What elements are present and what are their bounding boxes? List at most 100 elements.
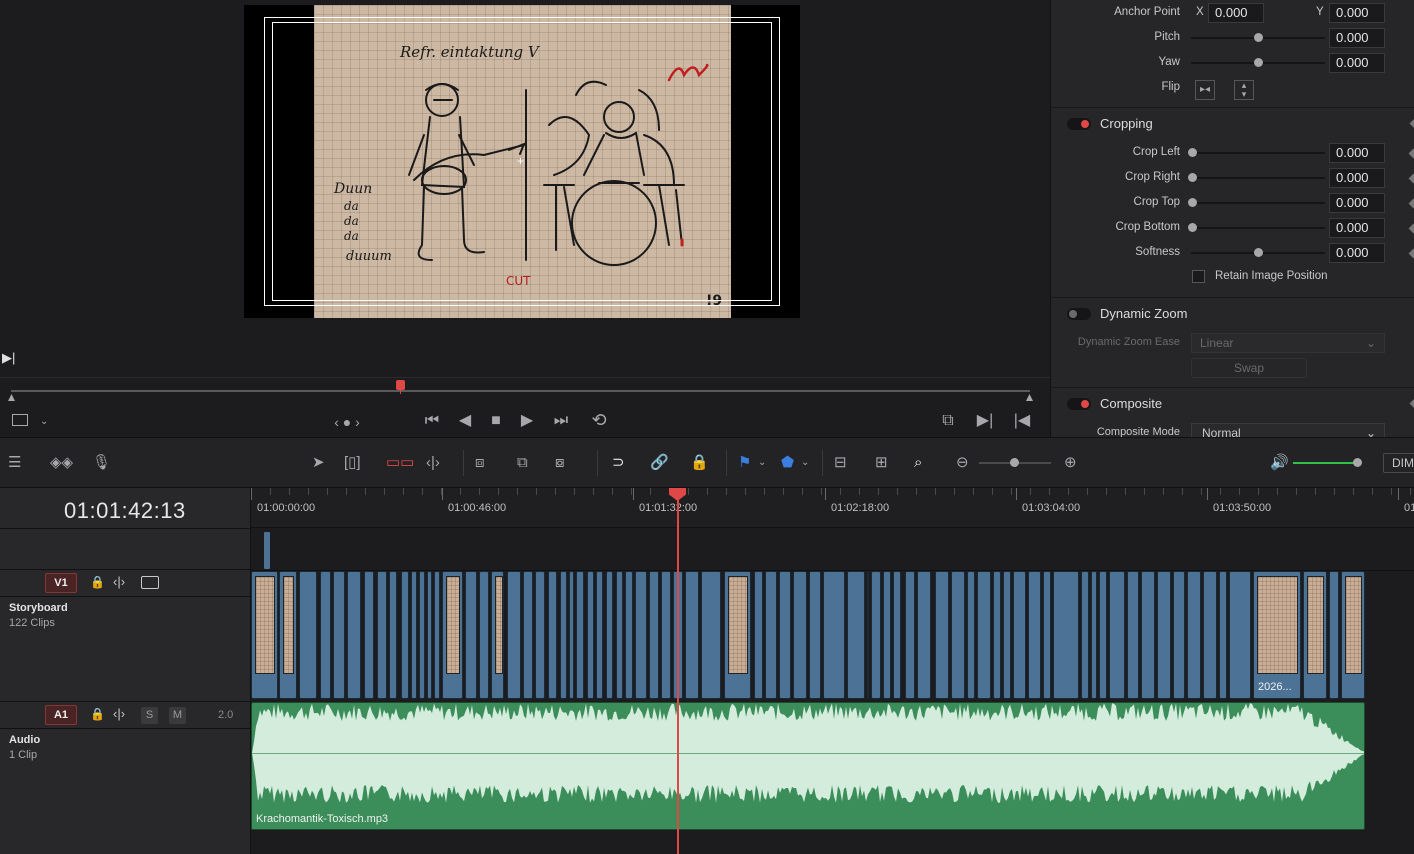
cropping-section-header[interactable]: Cropping: [1051, 107, 1414, 139]
video-clip[interactable]: [523, 571, 533, 699]
flag-icon[interactable]: ⚑: [738, 455, 751, 471]
play-icon[interactable]: ▶: [518, 413, 536, 429]
pitch-slider-knob[interactable]: [1254, 33, 1263, 42]
yaw-field[interactable]: 0.000: [1329, 53, 1385, 73]
auto-track-select-icon[interactable]: ‹|›: [113, 574, 125, 589]
video-clip[interactable]: [333, 571, 345, 699]
video-clip[interactable]: [479, 571, 489, 699]
video-clip[interactable]: [1157, 571, 1171, 699]
lock-icon[interactable]: 🔒: [90, 707, 105, 721]
crop-right-knob[interactable]: [1188, 173, 1197, 182]
video-clip[interactable]: [1203, 571, 1217, 699]
video-enable-icon[interactable]: [141, 576, 159, 589]
chevron-down-icon[interactable]: ⌄: [758, 455, 766, 471]
video-clip[interactable]: [299, 571, 317, 699]
video-clip[interactable]: [1091, 571, 1097, 699]
zoom-custom-icon[interactable]: ⌕: [914, 455, 922, 471]
video-clip[interactable]: [442, 571, 463, 699]
video-clip[interactable]: [427, 571, 432, 699]
video-clip[interactable]: [1003, 571, 1011, 699]
retain-image-position-checkbox[interactable]: [1192, 270, 1205, 283]
video-clip[interactable]: [419, 571, 425, 699]
video-clip[interactable]: [364, 571, 374, 699]
volume-slider[interactable]: [1293, 458, 1362, 467]
dynamic-zoom-ease-select[interactable]: Linear ⌄: [1191, 333, 1385, 353]
video-clip[interactable]: [548, 571, 557, 699]
v1-track-header[interactable]: V1 🔒 ‹|› Storyboard 122 Clips: [0, 569, 250, 701]
selection-tool-icon[interactable]: ➤: [312, 455, 325, 471]
video-clip[interactable]: [847, 571, 865, 699]
keyframe-icon[interactable]: [1408, 173, 1414, 184]
zoom-full-icon[interactable]: ⊟: [834, 455, 847, 471]
anchor-x-field[interactable]: 0.000: [1208, 3, 1264, 23]
video-clip[interactable]: [977, 571, 991, 699]
video-clip[interactable]: [1229, 571, 1251, 699]
marker-icon[interactable]: ⬟: [781, 455, 794, 471]
timeline-playhead[interactable]: [677, 488, 679, 854]
video-clip[interactable]: [765, 571, 777, 699]
crop-top-field[interactable]: 0.000: [1329, 193, 1385, 213]
zoom-out-icon[interactable]: ⊖: [956, 455, 969, 471]
video-clip[interactable]: [616, 571, 623, 699]
video-clip[interactable]: [507, 571, 521, 699]
timeline-view-options-icon[interactable]: ☰: [8, 455, 21, 471]
video-clip[interactable]: [377, 571, 387, 699]
match-frame-icon[interactable]: ⧉: [937, 413, 959, 429]
video-clip[interactable]: [1043, 571, 1051, 699]
anchor-y-field[interactable]: 0.000: [1329, 3, 1385, 23]
viewer-mode-icon[interactable]: [12, 414, 28, 426]
video-clip[interactable]: [1329, 571, 1339, 699]
crop-bottom-field[interactable]: 0.000: [1329, 218, 1385, 238]
composite-section-header[interactable]: Composite: [1051, 387, 1414, 419]
video-clip[interactable]: [535, 571, 545, 699]
video-clip[interactable]: [1081, 571, 1089, 699]
video-clip[interactable]: [883, 571, 891, 699]
video-clip[interactable]: [320, 571, 331, 699]
scrub-track[interactable]: [11, 390, 1030, 392]
insert-clip-icon[interactable]: ⧈: [475, 455, 485, 471]
crop-right-field[interactable]: 0.000: [1329, 168, 1385, 188]
video-clip[interactable]: [917, 571, 931, 699]
video-clip[interactable]: [1053, 571, 1079, 699]
flip-vertical-icon[interactable]: ▴ ▾: [1234, 80, 1254, 100]
video-clip[interactable]: [779, 571, 791, 699]
video-clip[interactable]: [754, 571, 763, 699]
next-frame-marker-icon[interactable]: ▶|: [2, 350, 15, 366]
dim-button[interactable]: DIM: [1383, 453, 1414, 473]
video-clip[interactable]: [893, 571, 901, 699]
dynamic-zoom-toggle[interactable]: [1067, 308, 1091, 320]
crop-left-slider[interactable]: [1188, 148, 1325, 157]
previous-edit-icon[interactable]: |◀: [1011, 413, 1033, 429]
video-clip[interactable]: [905, 571, 915, 699]
crop-top-knob[interactable]: [1188, 198, 1197, 207]
keyframe-icon[interactable]: [1408, 198, 1414, 209]
swap-button[interactable]: Swap: [1191, 358, 1307, 378]
video-clip[interactable]: [635, 571, 647, 699]
video-clip[interactable]: [251, 571, 278, 699]
lock-icon[interactable]: 🔒: [90, 575, 105, 589]
video-clip[interactable]: [401, 571, 409, 699]
video-clip[interactable]: [867, 571, 869, 699]
keyframe-icon[interactable]: [1408, 223, 1414, 234]
video-clip[interactable]: [649, 571, 659, 699]
out-point-handle[interactable]: [1026, 394, 1033, 401]
pitch-field[interactable]: 0.000: [1329, 28, 1385, 48]
a1-track-badge[interactable]: A1: [45, 705, 77, 725]
video-clip[interactable]: [569, 571, 574, 699]
small-clip[interactable]: [264, 532, 270, 569]
video-clip[interactable]: [434, 571, 440, 699]
video-clip[interactable]: [1219, 571, 1227, 699]
pitch-slider[interactable]: [1191, 33, 1325, 42]
overwrite-clip-icon[interactable]: ⧉: [517, 455, 528, 471]
video-clip[interactable]: [1187, 571, 1201, 699]
keyframe-icon[interactable]: [1409, 118, 1414, 129]
video-clip[interactable]: [465, 571, 477, 699]
video-clip[interactable]: [1127, 571, 1139, 699]
video-clip[interactable]: [1028, 571, 1041, 699]
dynamic-trim-icon[interactable]: ‹|›: [426, 455, 440, 471]
yaw-slider[interactable]: [1191, 58, 1325, 67]
in-point-handle[interactable]: [8, 394, 15, 401]
chevron-down-icon[interactable]: ⌄: [801, 455, 809, 471]
keyframe-icon[interactable]: [1409, 398, 1414, 409]
volume-slider-knob[interactable]: [1353, 458, 1362, 467]
